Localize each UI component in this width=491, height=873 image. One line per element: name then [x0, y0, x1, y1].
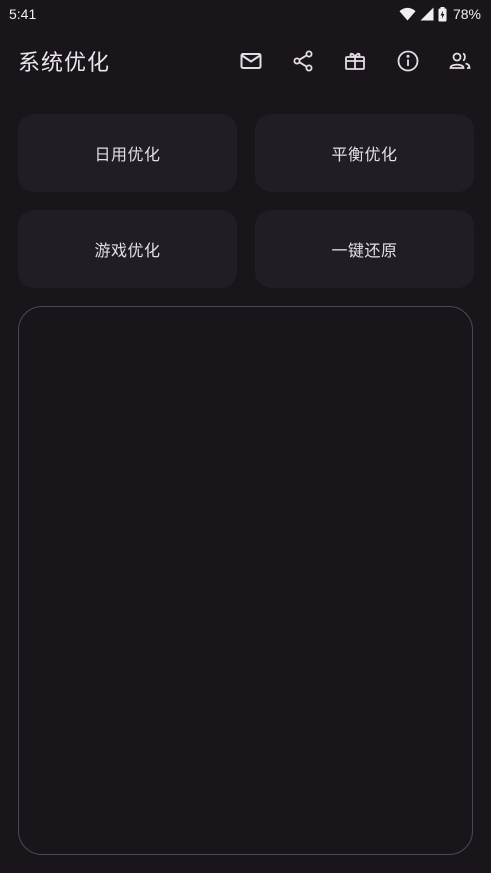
page-title: 系统优化 [18, 51, 111, 76]
output-panel[interactable] [18, 306, 473, 855]
balanced-optimize-button[interactable]: 平衡优化 [255, 114, 474, 192]
battery-charging-icon [438, 6, 447, 22]
screen: 5:41 78% 系统优化 日用优化 平衡优化 游戏优化 一键还原 [0, 0, 491, 873]
battery-percent: 78% [452, 6, 481, 22]
cell-signal-icon [420, 7, 434, 21]
gift-icon[interactable] [340, 46, 370, 76]
daily-optimize-button[interactable]: 日用优化 [18, 114, 237, 192]
info-icon[interactable] [393, 46, 423, 76]
one-click-restore-button[interactable]: 一键还原 [255, 210, 474, 288]
wifi-icon [399, 7, 416, 21]
app-bar: 系统优化 [0, 40, 491, 82]
mail-icon[interactable] [236, 46, 266, 76]
people-icon[interactable] [445, 46, 475, 76]
status-time: 5:41 [9, 6, 37, 22]
game-optimize-button[interactable]: 游戏优化 [18, 210, 237, 288]
status-bar: 5:41 78% [0, 0, 491, 28]
status-icons: 78% [399, 6, 481, 22]
share-icon[interactable] [288, 46, 318, 76]
